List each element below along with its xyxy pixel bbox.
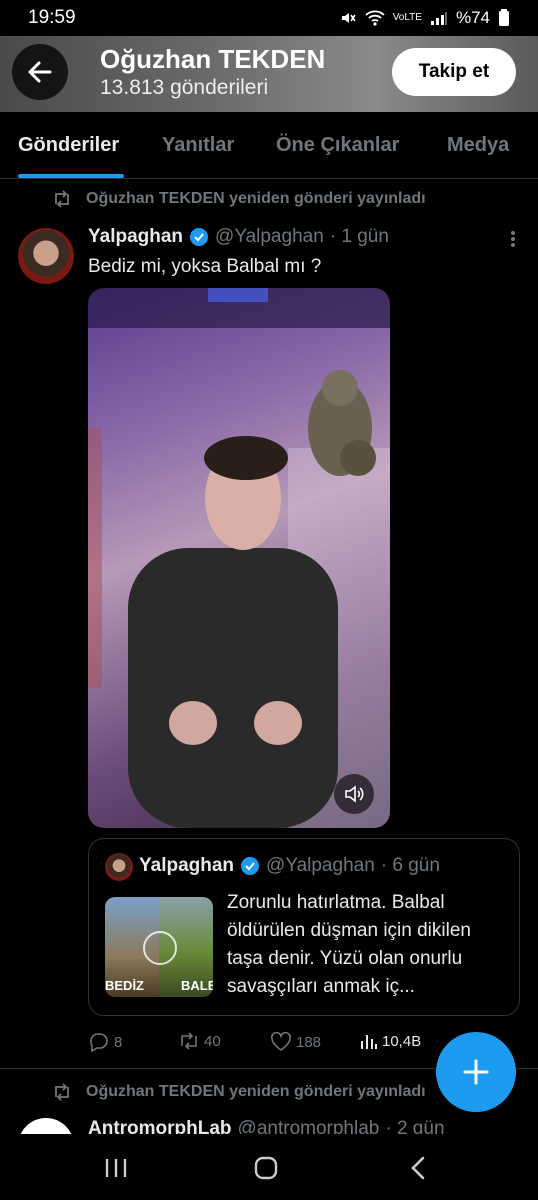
- signal-icon: [430, 12, 447, 25]
- reply-icon: [90, 1033, 108, 1052]
- back-arrow-icon: [28, 61, 52, 83]
- title-block: Oğuzhan TEKDEN 13.813 gönderileri: [100, 44, 325, 102]
- tab-media[interactable]: Medya: [447, 134, 509, 157]
- statue-figure: [308, 370, 376, 476]
- repost-indicator: Oğuzhan TEKDEN yeniden gönderi yayınladı: [52, 1083, 426, 1101]
- profile-tabs: Gönderiler Yanıtlar Öne Çıkanlar Medya: [0, 112, 538, 179]
- wifi-icon: [365, 10, 385, 26]
- tab-posts[interactable]: Gönderiler: [18, 134, 119, 157]
- home-button[interactable]: [246, 1150, 286, 1186]
- tab-highlights[interactable]: Öne Çıkanlar: [276, 134, 399, 157]
- views-button[interactable]: 10,4B: [360, 1032, 421, 1050]
- quoted-tweet-text: Zorunlu hatırlatma. Balbal öldürülen düş…: [227, 892, 471, 997]
- repost-indicator: Oğuzhan TEKDEN yeniden gönderi yayınladı: [52, 190, 426, 208]
- repost-button[interactable]: 40: [178, 1032, 221, 1050]
- quoted-author-handle: @Yalpaghan: [266, 855, 375, 876]
- quoted-tweet[interactable]: Yalpaghan @Yalpaghan · 6 gün BEDİZ BALBA…: [88, 838, 520, 1016]
- tweet-video[interactable]: [88, 288, 390, 828]
- status-time: 19:59: [28, 7, 76, 28]
- reply-button[interactable]: 8: [88, 1032, 122, 1052]
- follow-button[interactable]: Takip et: [392, 48, 516, 96]
- thumbnail-right-label: BALBAL: [181, 978, 213, 993]
- quoted-author-line: Yalpaghan @Yalpaghan · 6 gün: [139, 855, 440, 877]
- repost-text: Oğuzhan TEKDEN yeniden gönderi yayınladı: [86, 190, 426, 207]
- profile-header: Oğuzhan TEKDEN 13.813 gönderileri Takip …: [0, 36, 538, 112]
- views-icon: [361, 1035, 377, 1049]
- back-nav-button[interactable]: [398, 1150, 438, 1186]
- quoted-thumbnail[interactable]: BEDİZ BALBAL: [105, 897, 213, 997]
- views-count: 10,4B: [382, 1032, 422, 1050]
- back-button[interactable]: [12, 44, 68, 100]
- tab-replies[interactable]: Yanıtlar: [162, 134, 234, 157]
- repost-icon: [55, 1083, 69, 1101]
- thumbnail-left-label: BEDİZ: [105, 978, 144, 993]
- repost-text: Oğuzhan TEKDEN yeniden gönderi yayınladı: [86, 1083, 426, 1100]
- quoted-tweet-time: · 6 gün: [380, 855, 440, 876]
- verified-icon: [241, 857, 260, 875]
- play-icon: [143, 931, 177, 965]
- tweet-text: Bediz mi, yoksa Balbal mı ?: [88, 256, 322, 277]
- battery-icon: [499, 9, 509, 26]
- avatar[interactable]: [18, 228, 74, 284]
- video-frame: [88, 288, 390, 828]
- plus-icon: [463, 1059, 489, 1085]
- recents-button[interactable]: [96, 1150, 136, 1186]
- mute-icon: [341, 13, 356, 23]
- recents-icon: [105, 1159, 127, 1177]
- status-icons: VoLTE %74: [339, 8, 510, 28]
- verified-icon: [190, 228, 209, 246]
- status-bar: 19:59 VoLTE %74: [0, 0, 538, 36]
- volume-icon: [345, 785, 364, 803]
- battery-label: %74: [455, 8, 490, 27]
- back-nav-icon: [411, 1156, 425, 1180]
- more-icon[interactable]: [510, 230, 516, 254]
- volume-button[interactable]: [334, 774, 374, 814]
- quoted-author-name: Yalpaghan: [139, 855, 235, 876]
- repost-icon: [55, 190, 69, 208]
- tweet-time: · 1 gün: [329, 226, 389, 247]
- repost-count: 40: [204, 1032, 221, 1050]
- home-icon: [254, 1156, 278, 1180]
- repost-icon: [181, 1032, 197, 1050]
- like-button[interactable]: 188: [270, 1032, 321, 1052]
- like-icon: [271, 1032, 291, 1051]
- tweet-author-line: Yalpaghan @Yalpaghan · 1 gün: [88, 226, 389, 248]
- compose-button[interactable]: [436, 1032, 516, 1112]
- active-tab-indicator: [18, 174, 124, 178]
- post-count: 13.813 gönderileri: [100, 76, 269, 99]
- page-title: Oğuzhan TEKDEN: [100, 44, 326, 74]
- author-handle[interactable]: @Yalpaghan: [215, 226, 324, 248]
- network-label: VoLTE: [392, 12, 422, 23]
- system-nav-bar: [0, 1134, 538, 1200]
- reply-count: 8: [114, 1033, 123, 1051]
- author-name[interactable]: Yalpaghan: [88, 226, 183, 248]
- quoted-avatar: [105, 853, 133, 881]
- like-count: 188: [296, 1033, 322, 1051]
